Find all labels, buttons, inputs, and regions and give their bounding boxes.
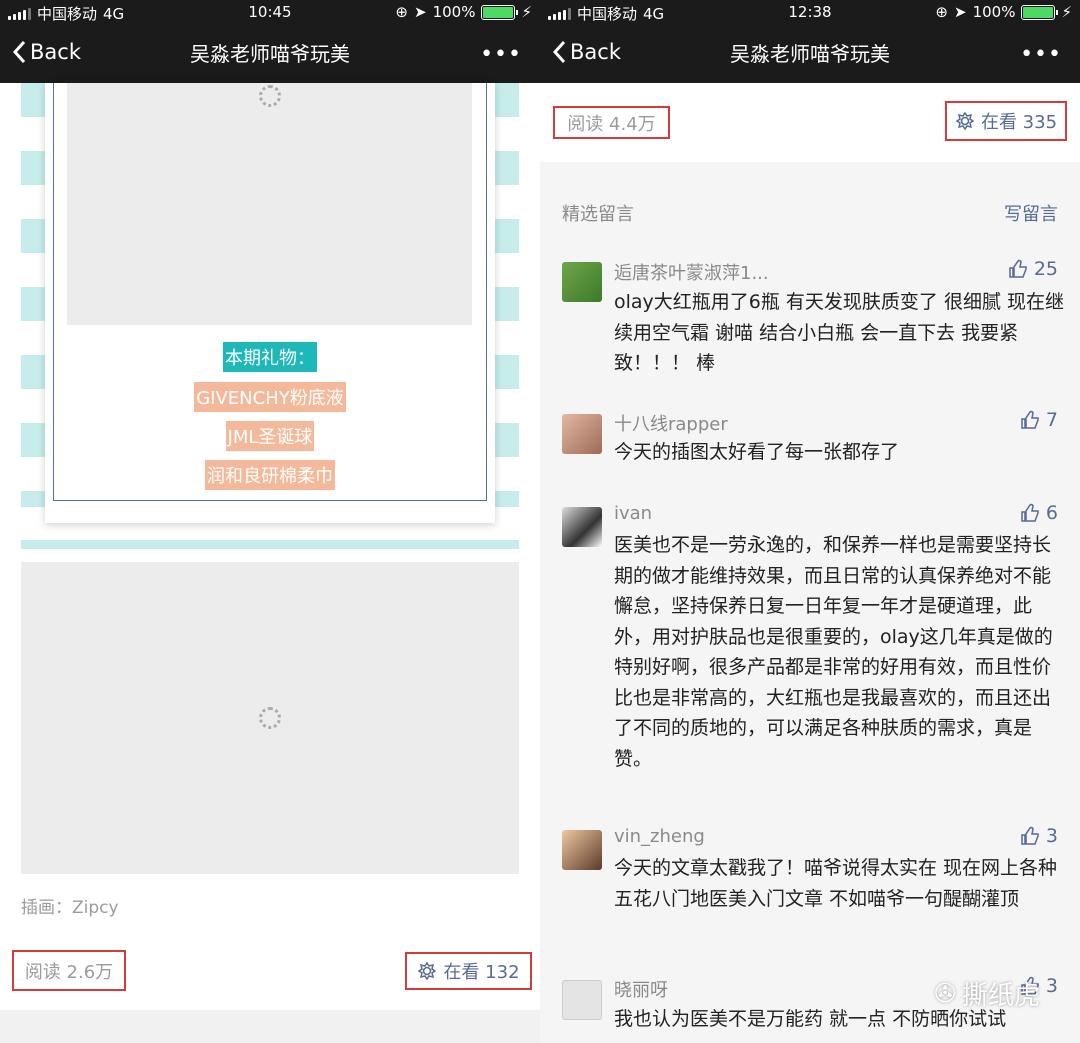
like-button[interactable]: 3 — [1020, 825, 1058, 847]
status-bar: 中国移动 4G 12:38 ⊕ ➤ 100% ⚡ — [540, 0, 1080, 26]
lock-icon: ⊕ — [935, 3, 948, 21]
avatar[interactable] — [562, 980, 602, 1020]
comment-author: ivan — [614, 503, 653, 524]
watching-label: 在看 335 — [980, 112, 1058, 133]
like-count: 3 — [1045, 825, 1058, 847]
nav-bar: Back 吴淼老师喵爷玩美 ••• — [0, 26, 540, 83]
like-count: 3 — [1045, 975, 1058, 997]
comment-author: 逅唐茶叶蒙淑萍1... — [614, 263, 769, 284]
battery-icon — [481, 4, 519, 20]
battery-percent: 100% — [972, 3, 1016, 21]
image-placeholder — [67, 83, 472, 325]
status-bar: 中国移动 4G 10:45 ⊕ ➤ 100% ⚡ — [0, 0, 540, 26]
like-button[interactable]: 7 — [1020, 409, 1058, 431]
avatar[interactable] — [562, 830, 602, 870]
flower-icon — [955, 111, 975, 131]
gift-title: 本期礼物： — [45, 342, 495, 372]
comment-text: 今天的文章太戳我了！喵爷说得太实在 现在网上各种五花八门地医美入门文章 不如喵爷… — [614, 857, 1058, 910]
charging-icon: ⚡ — [521, 3, 532, 21]
image-placeholder — [21, 562, 519, 874]
comment-text: 今天的插图太好看了每一张都存了 — [614, 441, 900, 463]
watermark-label: 撕纸虎 — [961, 981, 1040, 1011]
comment-text: olay大红瓶用了6瓶 有天发现肤质变了 很细腻 现在继续用空气霜 谢喵 结合小… — [614, 291, 1064, 374]
loading-spinner-icon — [259, 85, 281, 107]
avatar[interactable] — [562, 507, 602, 547]
page-title: 吴淼老师喵爷玩美 — [730, 42, 890, 66]
thumbs-up-icon — [1021, 826, 1039, 845]
more-menu-icon[interactable]: ••• — [1020, 42, 1062, 67]
divider — [21, 540, 519, 549]
thumbs-up-icon — [1021, 503, 1039, 522]
thumbs-up-icon — [1021, 410, 1039, 429]
read-count: 阅读 4.4万 — [553, 106, 670, 139]
read-count: 阅读 2.6万 — [12, 950, 126, 991]
read-count-label: 阅读 4.4万 — [567, 113, 656, 135]
thumbs-up-icon — [1009, 259, 1027, 278]
nav-bar: Back 吴淼老师喵爷玩美 ••• — [540, 26, 1080, 83]
loading-spinner-icon — [259, 707, 281, 729]
like-count: 7 — [1045, 409, 1058, 431]
watermark: ✇ 撕纸虎 — [934, 975, 1040, 1012]
gift-card: 本期礼物： GIVENCHY粉底液 JML圣诞球 润和良研棉柔巾 — [45, 83, 495, 523]
write-comment-link[interactable]: 写留言 — [1004, 200, 1058, 226]
comment-author: 十八线rapper — [614, 414, 728, 435]
footer-area — [0, 1010, 540, 1043]
location-icon: ➤ — [413, 3, 427, 21]
watching-button[interactable]: 在看 132 — [405, 952, 532, 990]
watching-button[interactable]: 在看 335 — [945, 101, 1067, 141]
flower-icon — [418, 961, 437, 981]
location-icon: ➤ — [953, 3, 967, 21]
watching-label: 在看 132 — [443, 962, 520, 983]
comment-author: 晓丽呀 — [614, 980, 668, 1001]
gift-item: JML圣诞球 — [45, 421, 495, 451]
left-screen: 中国移动 4G 10:45 ⊕ ➤ 100% ⚡ Back 吴淼老师喵爷玩美 •… — [0, 0, 540, 1043]
like-count: 6 — [1045, 502, 1058, 524]
like-button[interactable]: 25 — [1008, 258, 1058, 280]
read-count-label: 阅读 2.6万 — [24, 961, 114, 983]
avatar[interactable] — [562, 262, 602, 302]
comment-author: vin_zheng — [614, 826, 705, 847]
like-count: 25 — [1033, 258, 1058, 280]
battery-percent: 100% — [432, 3, 476, 21]
lock-icon: ⊕ — [395, 3, 408, 21]
more-menu-icon[interactable]: ••• — [480, 42, 522, 67]
featured-comments-heading: 精选留言 — [562, 204, 634, 225]
illustration-caption: 插画：Zipcy — [21, 898, 119, 918]
comment-text: 医美也不是一劳永逸的，和保养一样也是需要坚持长期的做才能维持效果，而且日常的认真… — [614, 534, 1053, 770]
page-title: 吴淼老师喵爷玩美 — [190, 42, 350, 66]
gift-item: 润和良研棉柔巾 — [45, 460, 495, 490]
right-screen: 中国移动 4G 12:38 ⊕ ➤ 100% ⚡ Back 吴淼老师喵爷玩美 •… — [540, 0, 1080, 1043]
gift-item: GIVENCHY粉底液 — [45, 382, 495, 412]
battery-icon — [1021, 4, 1059, 20]
like-button[interactable]: 6 — [1020, 502, 1058, 524]
charging-icon: ⚡ — [1061, 3, 1072, 21]
wechat-icon: ✇ — [934, 978, 956, 1009]
avatar[interactable] — [562, 414, 602, 454]
